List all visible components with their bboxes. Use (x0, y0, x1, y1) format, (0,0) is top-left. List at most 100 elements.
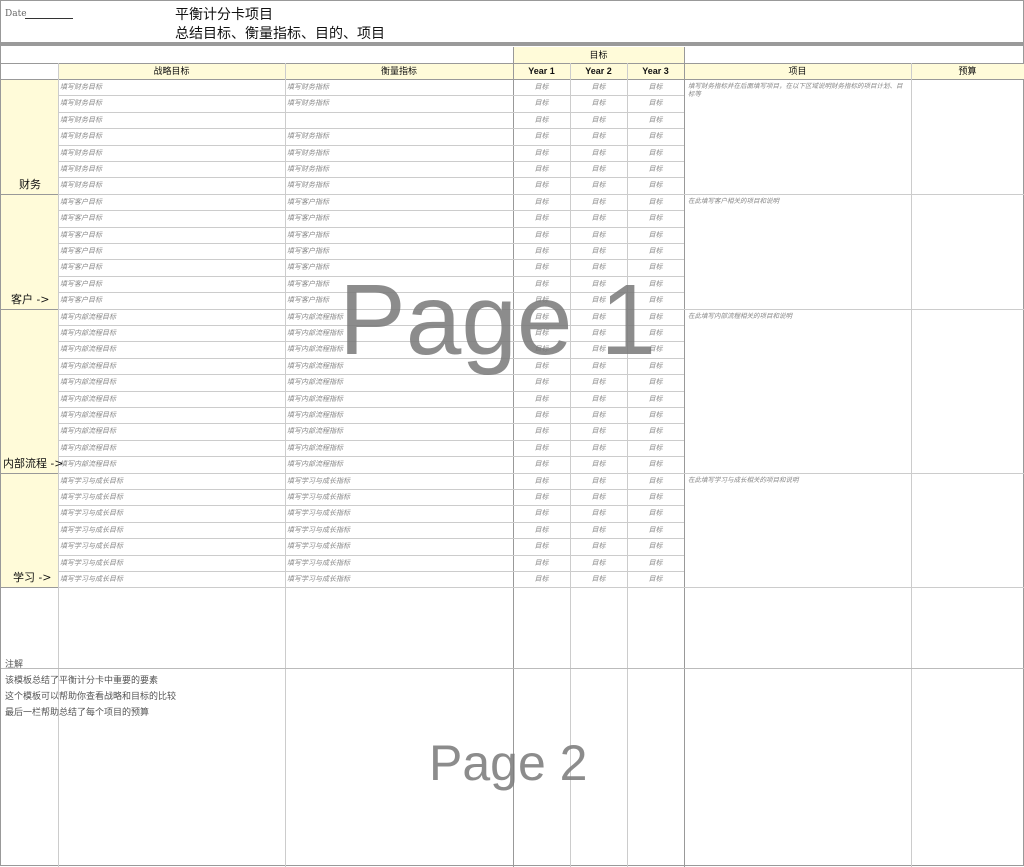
year-3-target-cell[interactable]: 目标 (627, 95, 684, 111)
measure-cell[interactable]: 填写学习与成长指标 (285, 489, 513, 505)
objective-cell[interactable]: 填写财务目标 (58, 161, 285, 177)
objective-cell[interactable]: 填写内部流程目标 (58, 423, 285, 439)
objective-cell[interactable]: 填写学习与成长目标 (58, 555, 285, 571)
year-2-target-cell[interactable]: 目标 (570, 423, 627, 439)
year-1-target-cell[interactable]: 目标 (513, 112, 570, 128)
year-2-target-cell[interactable]: 目标 (570, 145, 627, 161)
objective-cell[interactable]: 填写内部流程目标 (58, 358, 285, 374)
year-1-target-cell[interactable]: 目标 (513, 145, 570, 161)
objective-cell[interactable]: 填写财务目标 (58, 112, 285, 128)
year-3-target-cell[interactable]: 目标 (627, 79, 684, 95)
year-2-target-cell[interactable]: 目标 (570, 456, 627, 472)
measure-cell[interactable]: 填写财务指标 (285, 145, 513, 161)
objective-cell[interactable]: 填写学习与成长目标 (58, 505, 285, 521)
objective-cell[interactable]: 填写财务目标 (58, 79, 285, 95)
project-note[interactable]: 在此填写内部流程相关的项目和说明 (688, 312, 908, 320)
measure-cell[interactable]: 填写客户指标 (285, 243, 513, 259)
year-3-target-cell[interactable]: 目标 (627, 145, 684, 161)
measure-cell[interactable] (285, 112, 513, 128)
year-1-target-cell[interactable]: 目标 (513, 79, 570, 95)
year-2-target-cell[interactable]: 目标 (570, 177, 627, 193)
year-2-target-cell[interactable]: 目标 (570, 112, 627, 128)
objective-cell[interactable]: 填写学习与成长目标 (58, 522, 285, 538)
measure-cell[interactable]: 填写客户指标 (285, 227, 513, 243)
year-1-target-cell[interactable]: 目标 (513, 161, 570, 177)
year-2-target-cell[interactable]: 目标 (570, 161, 627, 177)
measure-cell[interactable]: 填写财务指标 (285, 161, 513, 177)
year-1-target-cell[interactable]: 目标 (513, 522, 570, 538)
year-2-target-cell[interactable]: 目标 (570, 440, 627, 456)
year-1-target-cell[interactable]: 目标 (513, 227, 570, 243)
year-1-target-cell[interactable]: 目标 (513, 423, 570, 439)
year-1-target-cell[interactable]: 目标 (513, 243, 570, 259)
year-3-target-cell[interactable]: 目标 (627, 227, 684, 243)
year-3-target-cell[interactable]: 目标 (627, 505, 684, 521)
year-3-target-cell[interactable]: 目标 (627, 210, 684, 226)
year-2-target-cell[interactable]: 目标 (570, 489, 627, 505)
year-2-target-cell[interactable]: 目标 (570, 538, 627, 554)
objective-cell[interactable]: 填写内部流程目标 (58, 440, 285, 456)
year-3-target-cell[interactable]: 目标 (627, 456, 684, 472)
year-3-target-cell[interactable]: 目标 (627, 177, 684, 193)
objective-cell[interactable]: 填写客户目标 (58, 259, 285, 275)
year-1-target-cell[interactable]: 目标 (513, 194, 570, 210)
year-2-target-cell[interactable]: 目标 (570, 522, 627, 538)
objective-cell[interactable]: 填写学习与成长目标 (58, 473, 285, 489)
year-2-target-cell[interactable]: 目标 (570, 95, 627, 111)
year-2-target-cell[interactable]: 目标 (570, 473, 627, 489)
objective-cell[interactable]: 填写内部流程目标 (58, 391, 285, 407)
year-2-target-cell[interactable]: 目标 (570, 227, 627, 243)
objective-cell[interactable]: 填写内部流程目标 (58, 407, 285, 423)
project-note[interactable]: 在此填写客户相关的项目和说明 (688, 197, 908, 205)
objective-cell[interactable]: 填写客户目标 (58, 276, 285, 292)
year-3-target-cell[interactable]: 目标 (627, 194, 684, 210)
year-3-target-cell[interactable]: 目标 (627, 161, 684, 177)
objective-cell[interactable]: 填写客户目标 (58, 292, 285, 308)
year-1-target-cell[interactable]: 目标 (513, 473, 570, 489)
date-field-line[interactable] (25, 18, 73, 19)
year-2-target-cell[interactable]: 目标 (570, 194, 627, 210)
objective-cell[interactable]: 填写内部流程目标 (58, 325, 285, 341)
year-3-target-cell[interactable]: 目标 (627, 112, 684, 128)
year-3-target-cell[interactable]: 目标 (627, 538, 684, 554)
year-2-target-cell[interactable]: 目标 (570, 407, 627, 423)
measure-cell[interactable]: 填写内部流程指标 (285, 391, 513, 407)
measure-cell[interactable]: 填写财务指标 (285, 177, 513, 193)
year-1-target-cell[interactable]: 目标 (513, 538, 570, 554)
year-2-target-cell[interactable]: 目标 (570, 505, 627, 521)
year-3-target-cell[interactable]: 目标 (627, 243, 684, 259)
measure-cell[interactable]: 填写财务指标 (285, 95, 513, 111)
year-2-target-cell[interactable]: 目标 (570, 571, 627, 587)
year-3-target-cell[interactable]: 目标 (627, 391, 684, 407)
year-1-target-cell[interactable]: 目标 (513, 210, 570, 226)
objective-cell[interactable]: 填写学习与成长目标 (58, 489, 285, 505)
objective-cell[interactable]: 填写内部流程目标 (58, 309, 285, 325)
year-1-target-cell[interactable]: 目标 (513, 407, 570, 423)
objective-cell[interactable]: 填写学习与成长目标 (58, 538, 285, 554)
measure-cell[interactable]: 填写内部流程指标 (285, 407, 513, 423)
measure-cell[interactable]: 填写客户指标 (285, 210, 513, 226)
year-1-target-cell[interactable]: 目标 (513, 571, 570, 587)
year-1-target-cell[interactable]: 目标 (513, 505, 570, 521)
measure-cell[interactable]: 填写学习与成长指标 (285, 522, 513, 538)
measure-cell[interactable]: 填写财务指标 (285, 79, 513, 95)
year-1-target-cell[interactable]: 目标 (513, 177, 570, 193)
measure-cell[interactable]: 填写学习与成长指标 (285, 473, 513, 489)
year-1-target-cell[interactable]: 目标 (513, 555, 570, 571)
year-3-target-cell[interactable]: 目标 (627, 473, 684, 489)
measure-cell[interactable]: 填写财务指标 (285, 128, 513, 144)
year-3-target-cell[interactable]: 目标 (627, 571, 684, 587)
year-1-target-cell[interactable]: 目标 (513, 456, 570, 472)
objective-cell[interactable]: 填写客户目标 (58, 194, 285, 210)
objective-cell[interactable]: 填写客户目标 (58, 243, 285, 259)
measure-cell[interactable]: 填写学习与成长指标 (285, 571, 513, 587)
year-2-target-cell[interactable]: 目标 (570, 391, 627, 407)
year-2-target-cell[interactable]: 目标 (570, 128, 627, 144)
year-3-target-cell[interactable]: 目标 (627, 440, 684, 456)
year-3-target-cell[interactable]: 目标 (627, 423, 684, 439)
year-3-target-cell[interactable]: 目标 (627, 522, 684, 538)
year-2-target-cell[interactable]: 目标 (570, 210, 627, 226)
objective-cell[interactable]: 填写财务目标 (58, 95, 285, 111)
measure-cell[interactable]: 填写学习与成长指标 (285, 538, 513, 554)
objective-cell[interactable]: 填写内部流程目标 (58, 341, 285, 357)
